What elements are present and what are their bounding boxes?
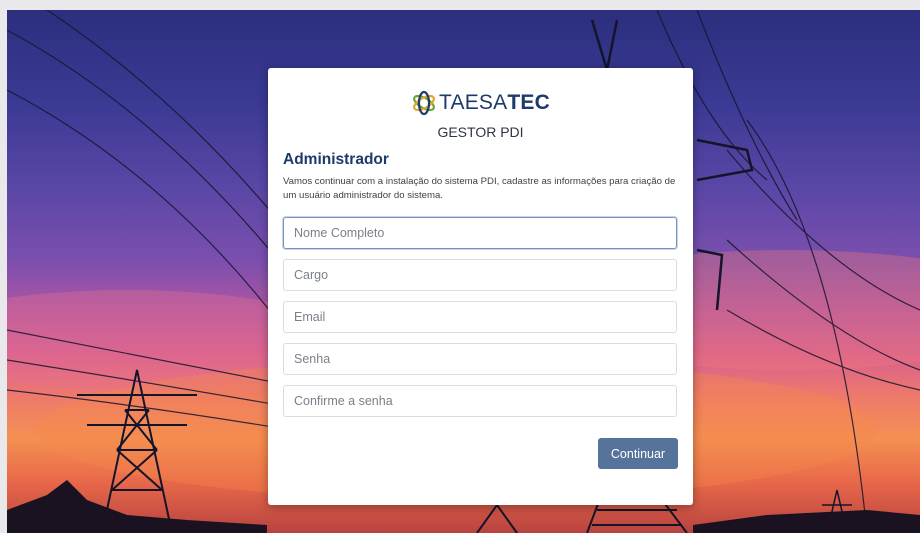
- form-heading: Administrador: [283, 151, 389, 168]
- continue-button[interactable]: Continuar: [598, 438, 678, 469]
- email-input[interactable]: [283, 301, 677, 333]
- brand-name-bold: TEC: [507, 91, 550, 114]
- admin-setup-card: TAESATEC GESTOR PDI Administrador Vamos …: [268, 68, 693, 505]
- full-name-input[interactable]: [283, 217, 677, 249]
- brand-name: TAESATEC: [439, 91, 550, 115]
- form-description: Vamos continuar com a instalação do sist…: [283, 176, 676, 201]
- app-subtitle: GESTOR PDI: [437, 124, 524, 140]
- confirm-password-input[interactable]: [283, 385, 677, 417]
- brand-logo: TAESATEC: [268, 90, 693, 116]
- background-photo: TAESATEC GESTOR PDI Administrador Vamos …: [7, 10, 920, 533]
- job-title-input[interactable]: [283, 259, 677, 291]
- brand-name-light: TAESA: [439, 91, 508, 114]
- taesatec-knot-icon: [413, 91, 435, 115]
- password-input[interactable]: [283, 343, 677, 375]
